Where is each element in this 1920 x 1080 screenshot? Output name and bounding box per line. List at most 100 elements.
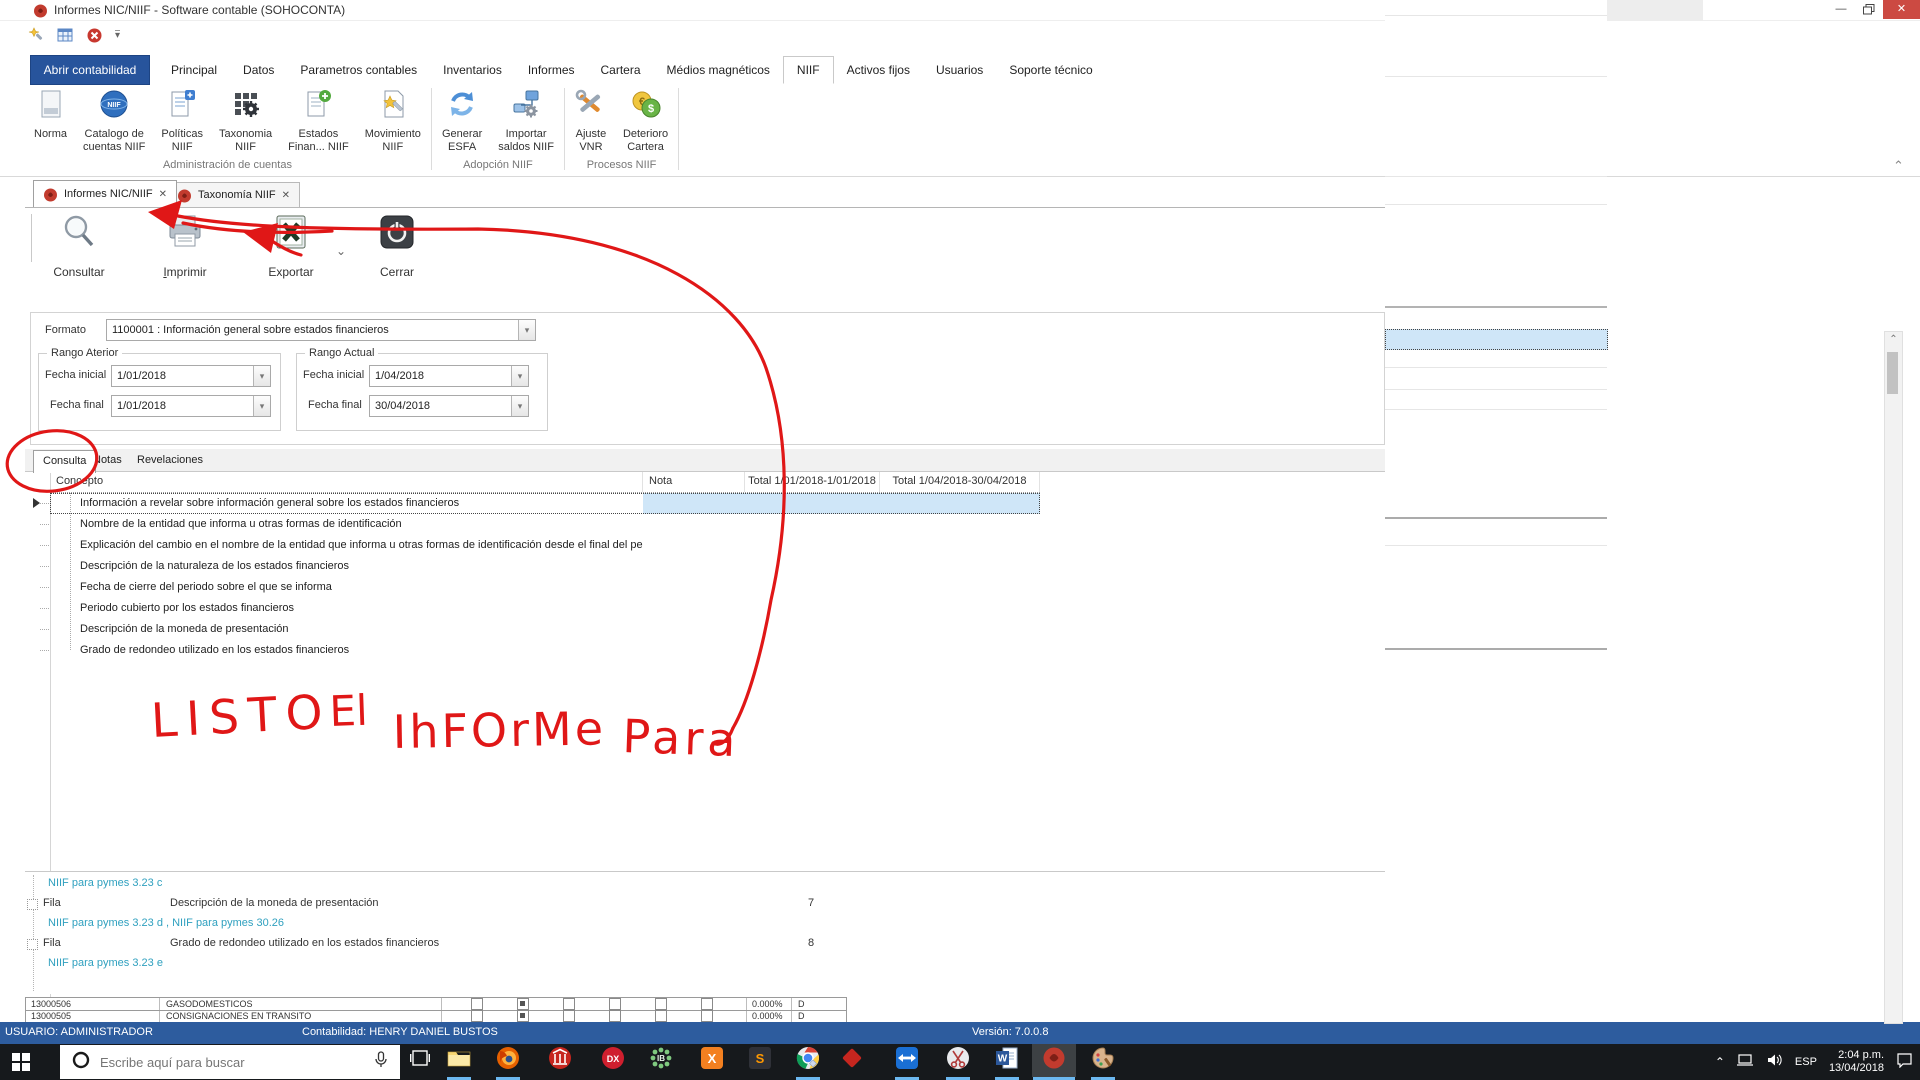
grid-column-header-concepto[interactable]: Concepto — [50, 472, 643, 492]
vertical-scrollbar[interactable]: ⌃ — [1884, 331, 1903, 1024]
fecha-inicial-actual-field[interactable]: 1/04/2018 ▾ — [369, 365, 529, 387]
taskbar-app-ib-app[interactable]: IB — [639, 1044, 683, 1077]
ribbon-collapse-icon[interactable]: ⌃ — [1893, 158, 1904, 174]
taskbar-app-bank-app[interactable] — [538, 1044, 582, 1077]
menu-tab-usuarios[interactable]: Usuarios — [923, 57, 996, 83]
chevron-down-icon[interactable]: ▾ — [253, 396, 270, 416]
tree-node-box[interactable] — [27, 939, 38, 950]
microphone-icon[interactable] — [374, 1050, 388, 1074]
ribbon-button-ajuste-vnr[interactable]: Ajuste VNR — [567, 84, 615, 157]
taskbar-app-paint[interactable] — [1081, 1044, 1125, 1077]
chevron-down-icon[interactable]: ▾ — [518, 320, 535, 340]
grid-row[interactable]: Explicación del cambio en el nombre de l… — [40, 535, 1040, 556]
account-checkbox[interactable] — [701, 998, 713, 1010]
grid-row[interactable]: Información a revelar sobre información … — [40, 493, 1040, 514]
taskbar-app-sohoconta[interactable] — [1032, 1044, 1076, 1077]
chevron-down-icon[interactable]: ▾ — [511, 396, 528, 416]
taskbar-app-chrome[interactable] — [786, 1044, 830, 1077]
clock[interactable]: 2:04 p.m. 13/04/2018 — [1829, 1049, 1884, 1075]
imprimir-button[interactable]: Imprimir — [146, 212, 224, 279]
document-tab-taxonom-a-niif[interactable]: Taxonomía NIIF ✕ — [167, 182, 301, 208]
taskbar-app-teamviewer[interactable] — [885, 1044, 929, 1077]
ribbon-button-norma[interactable]: Norma — [26, 84, 75, 157]
cerrar-button[interactable]: Cerrar — [358, 212, 436, 279]
scrollbar-thumb[interactable] — [1887, 352, 1898, 394]
niif-reference-link[interactable]: NIIF para pymes 3.23 d , NIIF para pymes… — [48, 914, 284, 933]
account-checkbox[interactable] — [563, 998, 575, 1010]
account-checkbox[interactable] — [517, 1010, 529, 1022]
taskbar-app-dx-app[interactable]: DX — [591, 1044, 635, 1077]
ribbon-button-estados-finan-niif[interactable]: Estados Finan... NIIF — [280, 84, 357, 157]
account-checkbox[interactable] — [471, 998, 483, 1010]
niif-reference-link[interactable]: NIIF para pymes 3.23 c — [48, 874, 162, 893]
taskbar-search[interactable] — [60, 1045, 400, 1079]
close-tab-icon[interactable]: ✕ — [159, 189, 167, 200]
abrir-contabilidad-button[interactable]: Abrir contabilidad — [30, 55, 150, 85]
minimize-button[interactable]: — — [1826, 0, 1856, 19]
chevron-down-icon[interactable]: ▾ — [511, 366, 528, 386]
ribbon-button-catalogo-de-cuentas-niif[interactable]: NIIF Catalogo de cuentas NIIF — [75, 84, 153, 157]
ribbon-button-taxonomia-niif[interactable]: Taxonomia NIIF — [211, 84, 280, 157]
chevron-down-icon[interactable]: ⌄ — [336, 244, 346, 258]
grid-row[interactable]: Descripción de la moneda de presentación — [40, 619, 1040, 640]
menu-tab-m-dios-magn-ticos[interactable]: Médios magnéticos — [654, 57, 783, 83]
formato-select[interactable]: 1100001 : Información general sobre esta… — [106, 319, 536, 341]
taskbar-app-red-diamond-app[interactable] — [830, 1044, 874, 1077]
taskbar-app-snipping-tool[interactable] — [936, 1044, 980, 1077]
grid-column-header-total-1-01-2018-1-01-2018[interactable]: Total 1/01/2018-1/01/2018 — [745, 472, 880, 492]
account-checkbox[interactable] — [609, 998, 621, 1010]
niif-reference-link[interactable]: NIIF para pymes 3.23 e — [48, 954, 163, 973]
account-checkbox[interactable] — [471, 1010, 483, 1022]
start-button[interactable] — [12, 1053, 30, 1076]
chevron-down-icon[interactable]: ▾ — [253, 366, 270, 386]
restore-button[interactable] — [1854, 0, 1884, 19]
fecha-final-anterior-field[interactable]: 1/01/2018 ▾ — [111, 395, 271, 417]
account-checkbox[interactable] — [517, 998, 529, 1010]
account-checkbox[interactable] — [563, 1010, 575, 1022]
account-checkbox[interactable] — [609, 1010, 621, 1022]
account-checkbox[interactable] — [655, 1010, 667, 1022]
grid-row[interactable]: Periodo cubierto por los estados financi… — [40, 598, 1040, 619]
menu-tab-parametros-contables[interactable]: Parametros contables — [287, 57, 430, 83]
menu-tab-activos-fijos[interactable]: Activos fijos — [834, 57, 923, 83]
menu-tab-inventarios[interactable]: Inventarios — [430, 57, 515, 83]
table-icon[interactable] — [57, 27, 74, 44]
close-tab-icon[interactable]: ✕ — [282, 190, 290, 201]
taskbar-app-word[interactable]: W — [985, 1044, 1029, 1077]
grid-row[interactable]: Fecha de cierre del periodo sobre el que… — [40, 577, 1040, 598]
menu-tab-informes[interactable]: Informes — [515, 57, 588, 83]
network-icon[interactable] — [1736, 1053, 1755, 1072]
taskbar-app-firefox[interactable] — [486, 1044, 530, 1077]
ribbon-button-deterioro-cartera[interactable]: € $ Deterioro Cartera — [615, 84, 676, 157]
menu-tab-soporte-t-cnico[interactable]: Soporte técnico — [996, 57, 1105, 83]
view-tab-consulta[interactable]: Consulta — [33, 450, 97, 473]
grid-column-header-total-1-04-2018-30-04-2018[interactable]: Total 1/04/2018-30/04/2018 — [880, 472, 1040, 492]
consultar-button[interactable]: Consultar — [40, 212, 118, 279]
wizard-icon[interactable] — [28, 26, 45, 44]
ribbon-button-pol-ticas-niif[interactable]: Políticas NIIF — [153, 84, 211, 157]
menu-tab-datos[interactable]: Datos — [230, 57, 287, 83]
taskbar-app-xampp[interactable]: X — [690, 1044, 734, 1077]
tray-expand-icon[interactable]: ⌃ — [1715, 1055, 1725, 1069]
account-checkbox[interactable] — [701, 1010, 713, 1022]
grid-row[interactable]: Grado de redondeo utilizado en los estad… — [40, 640, 1040, 661]
scroll-up-icon[interactable]: ⌃ — [1885, 334, 1902, 345]
view-tab-revelaciones[interactable]: Revelaciones — [128, 450, 212, 471]
taskbar-app-task-view[interactable] — [398, 1044, 442, 1077]
fecha-final-actual-field[interactable]: 30/04/2018 ▾ — [369, 395, 529, 417]
language-indicator[interactable]: ESP — [1795, 1056, 1817, 1068]
close-button[interactable]: ✕ — [1883, 0, 1920, 19]
taskbar-app-sublime-text[interactable]: S — [738, 1044, 782, 1077]
menu-tab-cartera[interactable]: Cartera — [588, 57, 654, 83]
menu-tab-principal[interactable]: Principal — [158, 57, 230, 83]
qat-more-icon[interactable]: ▾ — [115, 29, 121, 41]
search-input[interactable] — [98, 1053, 374, 1071]
ribbon-button-importar-saldos-niif[interactable]: Importar saldos NIIF — [490, 84, 562, 157]
grid-row[interactable]: Nombre de la entidad que informa u otras… — [40, 514, 1040, 535]
grid-column-header-nota[interactable]: Nota — [643, 472, 745, 492]
document-tab-informes-nic-niif[interactable]: Informes NIC/NIIF ✕ — [33, 180, 178, 207]
cancel-icon[interactable] — [86, 27, 103, 44]
action-center-icon[interactable] — [1896, 1052, 1914, 1073]
taskbar-app-file-explorer[interactable] — [437, 1044, 481, 1077]
menu-tab-niif[interactable]: NIIF — [782, 55, 834, 84]
